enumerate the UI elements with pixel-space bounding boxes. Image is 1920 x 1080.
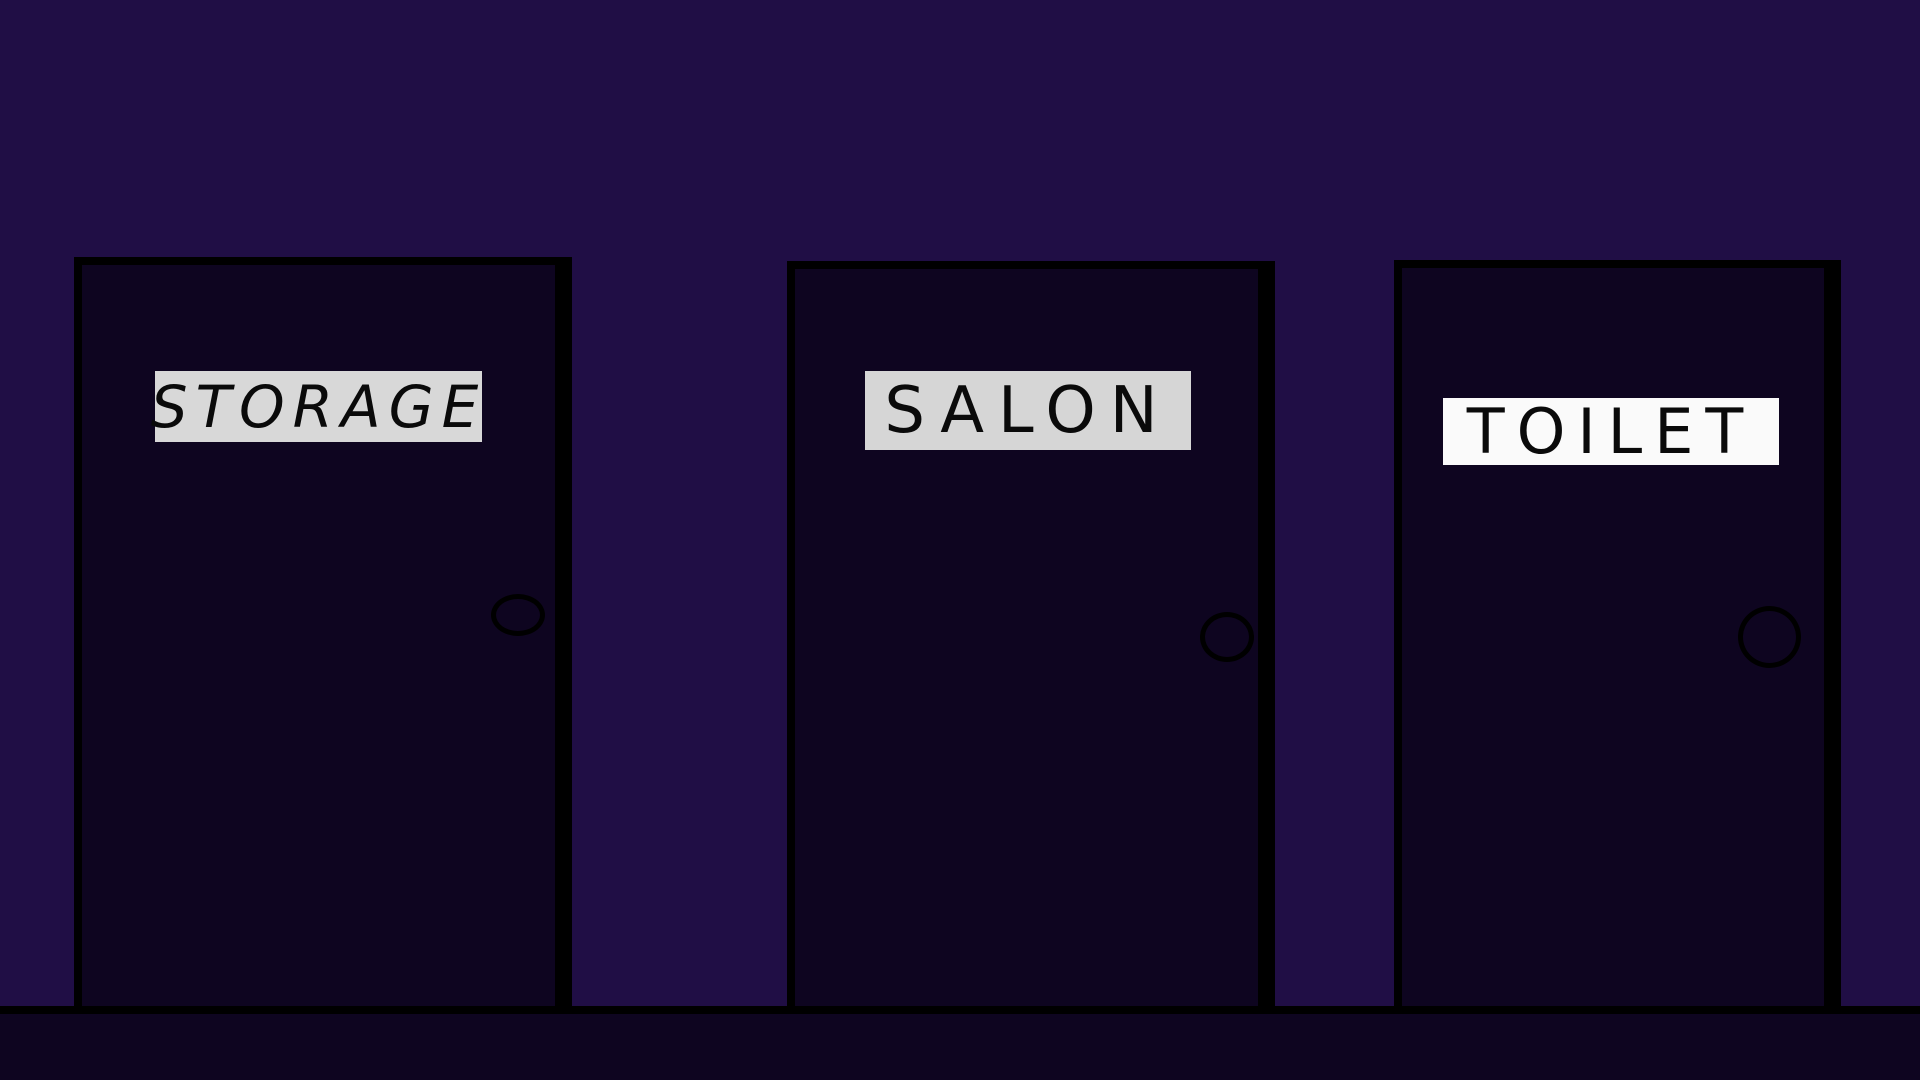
storage-door-knob[interactable] [491, 594, 545, 636]
door-edge [555, 265, 564, 1009]
salon-door-sign: SALON [865, 371, 1191, 450]
storage-door[interactable] [74, 257, 572, 1009]
salon-door-knob[interactable] [1200, 612, 1254, 662]
toilet-door-sign: TOILET [1443, 395, 1779, 468]
floor [0, 1006, 1920, 1080]
door-edge [1824, 268, 1833, 1014]
door-edge [1258, 269, 1267, 1009]
game-scene: STORAGE SALON TOILET [0, 0, 1920, 1080]
storage-door-sign: STORAGE [150, 371, 487, 442]
toilet-door-knob[interactable] [1738, 606, 1801, 668]
